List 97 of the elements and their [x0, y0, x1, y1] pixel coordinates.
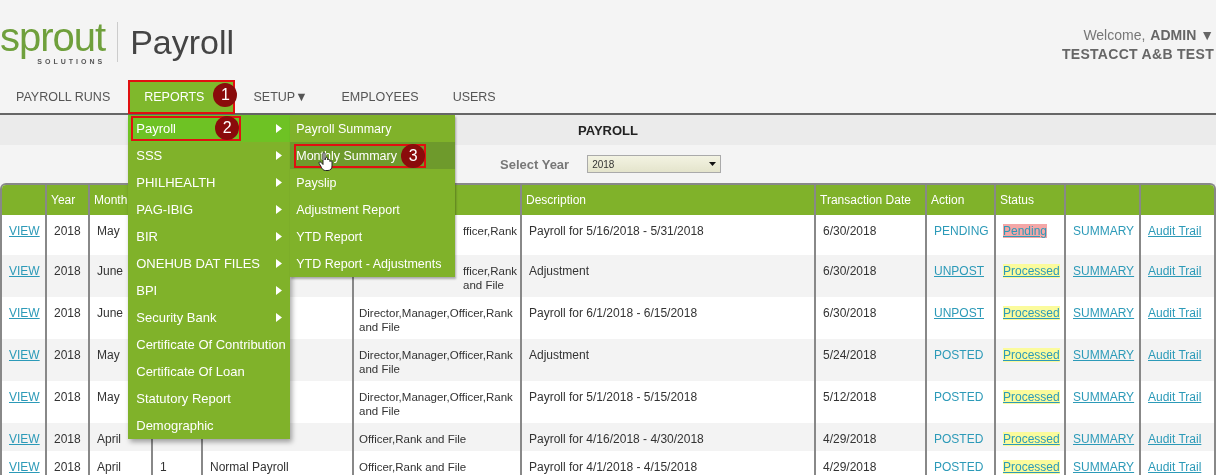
- menu-item[interactable]: SSS: [128, 142, 291, 169]
- table-cell-text: Officer,Rank and File: [359, 432, 468, 446]
- table-cell: 2018: [54, 264, 81, 278]
- table-cell: 2018: [54, 460, 81, 474]
- summary-link[interactable]: SUMMARY: [1073, 348, 1135, 362]
- column-header: Description: [526, 193, 587, 207]
- column-header: Status: [1000, 193, 1035, 207]
- table-cell: 6/30/2018: [823, 264, 877, 278]
- nav-tab[interactable]: SETUP▼: [237, 80, 324, 113]
- table-cell: May: [97, 224, 120, 238]
- table-cell: 2018: [54, 224, 81, 238]
- table-cell: June: [97, 264, 124, 278]
- status-link[interactable]: Processed: [1003, 306, 1060, 320]
- table-cell: 6/30/2018: [823, 306, 877, 320]
- menu-item[interactable]: Payslip: [290, 169, 456, 196]
- menu-item[interactable]: Security Bank: [128, 304, 291, 331]
- table-cell-text: fficer,Rank: [463, 224, 519, 238]
- select-year-label: Select Year: [500, 156, 570, 172]
- view-link[interactable]: VIEW: [9, 432, 40, 446]
- submenu-arrow-icon: [276, 313, 283, 322]
- user-menu[interactable]: ADMIN ▼: [1150, 27, 1214, 43]
- status-link[interactable]: Processed: [1003, 264, 1060, 278]
- table-cell: Payroll for 5/16/2018 - 5/31/2018: [529, 224, 704, 238]
- menu-item[interactable]: Payroll Summary: [290, 115, 456, 142]
- table-cell: Payroll for 4/1/2018 - 4/15/2018: [529, 460, 698, 474]
- table-cell: 4/29/2018: [823, 432, 877, 446]
- menu-item[interactable]: YTD Report - Adjustments: [290, 250, 456, 277]
- status-link[interactable]: Processed: [1003, 348, 1060, 362]
- table-cell: 2018: [54, 306, 81, 320]
- column-header: Action: [931, 193, 965, 207]
- submenu-arrow-icon: [276, 124, 283, 133]
- action-link[interactable]: UNPOST: [934, 264, 984, 278]
- table-cell-text: fficer,Rank and File: [463, 264, 519, 292]
- year-select[interactable]: 2018: [587, 155, 722, 173]
- status-link[interactable]: Processed: [1003, 390, 1060, 404]
- welcome-text: Welcome,: [1083, 27, 1146, 43]
- table-cell: 5/24/2018: [823, 348, 877, 362]
- audit-trail-link[interactable]: Audit Trail: [1148, 264, 1202, 278]
- table-cell: 2018: [54, 348, 81, 362]
- submenu-arrow-icon: [276, 151, 283, 160]
- table-cell-text: Officer,Rank and File: [359, 460, 468, 474]
- view-link[interactable]: VIEW: [9, 264, 40, 278]
- menu-item[interactable]: PHILHEALTH: [128, 169, 291, 196]
- submenu-arrow-icon: [276, 259, 283, 268]
- column-header: Transaction Date: [820, 193, 911, 207]
- menu-item[interactable]: Certificate Of Loan: [128, 358, 291, 385]
- view-link[interactable]: VIEW: [9, 348, 40, 362]
- nav-tab[interactable]: EMPLOYEES: [325, 80, 435, 113]
- action-link[interactable]: POSTED: [934, 348, 984, 362]
- table-cell-text: Director,Manager,Officer,Rank and File: [359, 348, 514, 376]
- table-cell: 2018: [54, 432, 81, 446]
- summary-link[interactable]: SUMMARY: [1073, 264, 1135, 278]
- table-cell: Payroll for 5/1/2018 - 5/15/2018: [529, 390, 698, 404]
- section-title: PAYROLL: [578, 122, 638, 138]
- status-link[interactable]: Processed: [1003, 460, 1060, 474]
- status-link[interactable]: Processed: [1003, 432, 1060, 446]
- submenu-arrow-icon: [276, 178, 283, 187]
- table-cell: 2018: [54, 390, 81, 404]
- table-cell: May: [97, 390, 120, 404]
- status-link[interactable]: Pending: [1003, 224, 1048, 238]
- table-cell: Payroll for 4/16/2018 - 4/30/2018: [529, 432, 704, 446]
- menu-item[interactable]: BIR: [128, 223, 291, 250]
- table-cell: 5/12/2018: [823, 390, 877, 404]
- menu-item[interactable]: Demographic: [128, 412, 291, 439]
- table-cell-text: Director,Manager,Officer,Rank and File: [359, 390, 514, 418]
- column-header: Month: [94, 193, 128, 207]
- menu-item[interactable]: Adjustment Report: [290, 196, 456, 223]
- audit-trail-link[interactable]: Audit Trail: [1148, 432, 1202, 446]
- company-name: TESTACCT A&B TEST: [1061, 46, 1214, 62]
- table-cell: April: [97, 432, 121, 446]
- app-title: Payroll: [130, 22, 235, 62]
- table-cell: 4/29/2018: [823, 460, 877, 474]
- submenu-arrow-icon: [276, 205, 283, 214]
- table-cell: Normal Payroll: [210, 460, 289, 474]
- menu-item[interactable]: ONEHUB DAT FILES: [128, 250, 291, 277]
- submenu-arrow-icon: [276, 232, 283, 241]
- table-cell: 1: [160, 460, 167, 474]
- table-cell: Adjustment: [529, 348, 590, 362]
- table-cell: 6/30/2018: [823, 224, 877, 238]
- table-cell: Payroll for 6/1/2018 - 6/15/2018: [529, 306, 698, 320]
- menu-item[interactable]: BPI: [128, 277, 291, 304]
- table-cell: Adjustment: [529, 264, 590, 278]
- table-cell: April: [97, 460, 121, 474]
- menu-item[interactable]: Statutory Report: [128, 385, 291, 412]
- nav-tab[interactable]: USERS: [436, 80, 512, 113]
- table-cell: May: [97, 348, 120, 362]
- audit-trail-link[interactable]: Audit Trail: [1148, 348, 1202, 362]
- action-link[interactable]: POSTED: [934, 432, 984, 446]
- menu-item[interactable]: PAG-IBIG: [128, 196, 291, 223]
- submenu-arrow-icon: [276, 286, 283, 295]
- column-header: Year: [51, 193, 76, 207]
- table-cell: June: [97, 306, 124, 320]
- menu-item[interactable]: YTD Report: [290, 223, 456, 250]
- menu-item[interactable]: Certificate Of Contribution: [128, 331, 291, 358]
- nav-tab[interactable]: PAYROLL RUNS: [0, 80, 127, 113]
- table-cell-text: Director,Manager,Officer,Rank and File: [359, 306, 514, 334]
- caret-icon: [709, 162, 717, 166]
